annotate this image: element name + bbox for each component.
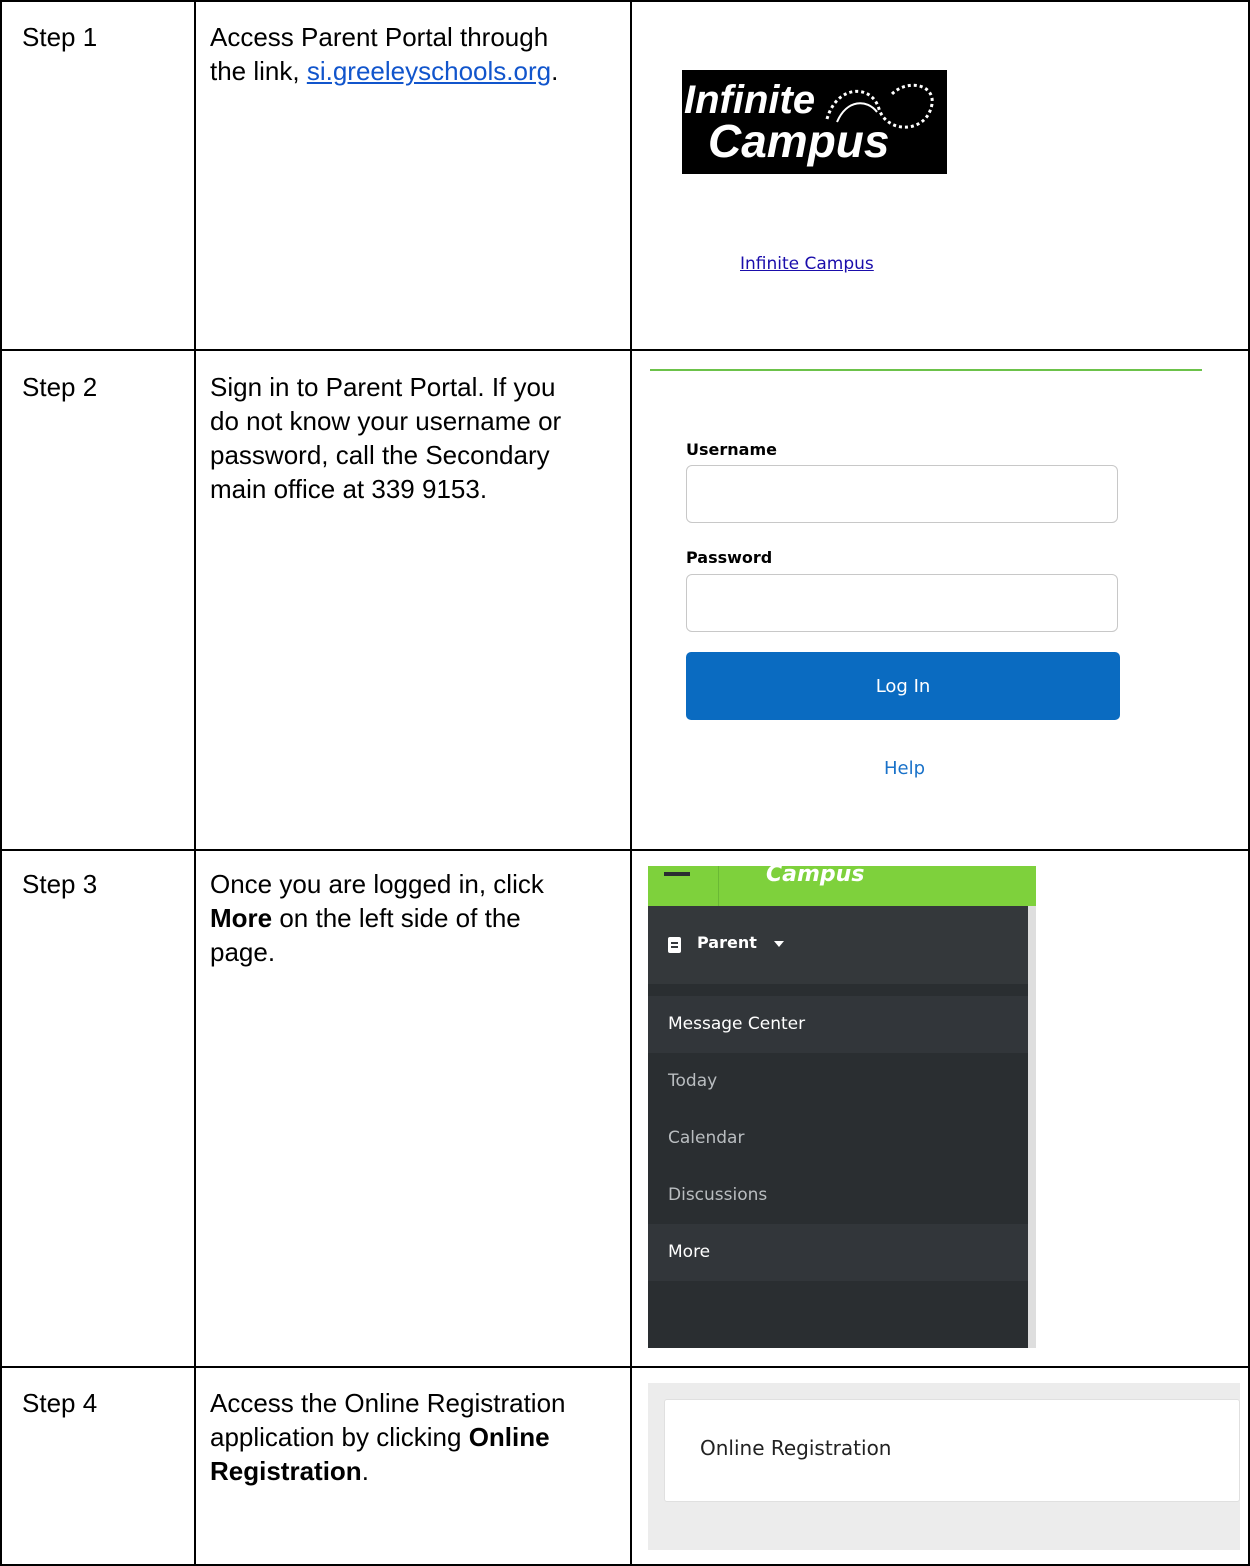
step1-line2-prefix: the link, [210,56,307,86]
step4-line3: Registration. [210,1454,615,1488]
step3-line2-suffix: on the left side of the [272,903,521,933]
password-label: Password [686,548,773,567]
online-registration-label: Online Registration [700,1436,892,1460]
step3-bold-more: More [210,903,273,933]
table-column-divider [194,0,196,1566]
campus-header-bar: Campus [648,866,1036,906]
step2-line: do not know your username or [210,406,562,436]
step4-bold-registration: Registration [210,1456,362,1486]
table-row-divider [0,849,1250,851]
step1-line1: Access Parent Portal through [210,22,549,52]
book-icon [668,937,681,953]
username-label: Username [686,440,777,459]
campus-brand: Campus [766,866,865,887]
step3-instruction: Once you are logged in, click More on th… [210,867,615,969]
table-border-left [0,0,2,1566]
portal-navigation-screenshot: Campus Parent Message Center Today Calen… [648,866,1036,1348]
step4-line2-prefix: application by clicking [210,1422,469,1452]
step2-line: password, call the Secondary [210,440,550,470]
portal-link[interactable]: si.greeleyschools.org [307,56,551,86]
help-link[interactable]: Help [884,758,925,779]
table-row-divider [0,1366,1250,1368]
login-button[interactable]: Log In [686,652,1120,720]
step4-line1: Access the Online Registration [210,1388,566,1418]
step1-instruction: Access Parent Portal through the link, s… [210,20,615,88]
table-column-divider [630,0,632,1566]
step4-bold-online: Online [468,1422,550,1452]
step2-instruction: Sign in to Parent Portal. If you do not … [210,370,615,506]
infinite-campus-logo: Infinite Campus [682,70,947,174]
nav-item-message-center[interactable]: Message Center [648,996,1028,1053]
infinite-campus-link[interactable]: Infinite Campus [740,254,874,274]
nav-item-more[interactable]: More [648,1224,1028,1281]
step-label: Step 3 [22,869,98,899]
table-row-divider [0,349,1250,351]
header-divider [718,866,719,906]
step3-line3: page. [210,937,276,967]
nav-item-today[interactable]: Today [648,1053,1028,1110]
table-border-top [0,0,1250,2]
step2-line: Sign in to Parent Portal. If you [210,372,556,402]
step-label: Step 1 [22,22,98,52]
step3-line2: More on the left side of the [210,901,615,935]
step-label: Step 2 [22,372,98,402]
step2-line: main office at 339 9153. [210,474,488,504]
password-field[interactable] [686,574,1118,632]
caret-down-icon [774,941,784,947]
parent-label: Parent [697,933,757,952]
infinity-swoosh-icon [825,83,934,129]
hamburger-menu-icon[interactable] [664,872,690,876]
scrollbar[interactable] [1028,906,1036,1348]
step4-instruction: Access the Online Registration applicati… [210,1386,615,1488]
step4-line2: application by clicking Online [210,1420,615,1454]
login-header-rule [650,369,1202,371]
nav-item-discussions[interactable]: Discussions [648,1167,1028,1224]
step-label: Step 4 [22,1388,98,1418]
username-field[interactable] [686,465,1118,523]
step4-line3-suffix: . [361,1456,369,1486]
step3-line1: Once you are logged in, click [210,869,544,899]
nav-item-calendar[interactable]: Calendar [648,1110,1028,1167]
step1-line2-suffix: . [551,56,559,86]
step1-line2: the link, si.greeleyschools.org. [210,54,615,88]
parent-role-selector[interactable]: Parent [648,906,1028,984]
